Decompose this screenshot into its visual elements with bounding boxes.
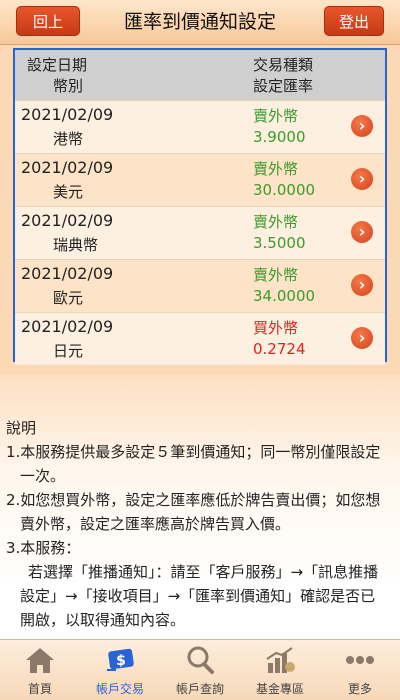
- row-trade-type: 賣外幣: [253, 107, 299, 125]
- table-row[interactable]: 2021/02/09 美元 賣外幣 30.0000 ›: [15, 153, 385, 206]
- row-trade-type: 賣外幣: [253, 160, 299, 178]
- col-header-currency: 幣別: [53, 77, 84, 95]
- note-item-3: 3.本服務：: [6, 539, 81, 557]
- row-currency: 歐元: [53, 289, 84, 307]
- notes-heading: 說明: [6, 419, 37, 437]
- col-header-trade-type: 交易種類: [253, 56, 314, 74]
- header-bar: 回上頁 匯率到價通知設定 登出: [0, 0, 400, 61]
- row-rate: 30.0000: [253, 181, 316, 199]
- table-row[interactable]: 2021/02/09 瑞典幣 賣外幣 3.5000 ›: [15, 206, 385, 259]
- tab-label: 帳戶查詢: [175, 682, 224, 696]
- chevron-right-icon[interactable]: ›: [351, 221, 373, 243]
- note-item-1-cont: 一次。: [20, 467, 66, 485]
- home-icon: [26, 648, 54, 673]
- tab-account-inquiry[interactable]: 帳戶查詢: [160, 640, 240, 700]
- alert-list-table: 設定日期 幣別 交易種類 設定匯率 2021/02/09 港幣 賣外幣 3.90…: [13, 48, 387, 365]
- row-trade-type: 買外幣: [253, 319, 299, 337]
- tab-more[interactable]: 更多: [320, 640, 400, 700]
- table-row[interactable]: 2021/02/09 日元 買外幣 0.2724 ›: [15, 312, 385, 365]
- back-button[interactable]: 回上頁: [16, 6, 80, 61]
- tab-fund-zone[interactable]: 基金專區: [240, 640, 320, 700]
- chevron-right-icon[interactable]: ›: [351, 168, 373, 190]
- table-row[interactable]: 2021/02/09 港幣 賣外幣 3.9000 ›: [15, 100, 385, 153]
- tab-label: 更多: [347, 682, 372, 696]
- table-row[interactable]: 2021/02/09 歐元 賣外幣 34.0000 ›: [15, 259, 385, 312]
- row-currency: 瑞典幣: [53, 236, 99, 254]
- note-item-1: 1.本服務提供最多設定５筆到價通知；同一幣別僅限設定: [6, 443, 381, 461]
- fund-chart-icon: [266, 647, 295, 673]
- note-item-3-line3: 開啟，以取得通知內容。: [20, 611, 186, 629]
- row-currency: 美元: [53, 183, 84, 201]
- money-transfer-icon: $: [107, 648, 134, 671]
- note-item-3-line1: 若選擇「推播通知」：請至「客戶服務」→「訊息推播: [28, 563, 379, 581]
- row-date: 2021/02/09: [21, 211, 114, 230]
- row-rate: 34.0000: [253, 287, 316, 305]
- row-rate: 0.2724: [253, 340, 306, 358]
- row-date: 2021/02/09: [21, 105, 114, 124]
- col-header-date: 設定日期: [27, 56, 88, 74]
- instructions-section: 說明 1.本服務提供最多設定５筆到價通知；同一幣別僅限設定 一次。 2.如您想買…: [6, 416, 394, 632]
- svg-text:$: $: [116, 653, 126, 669]
- tab-label: 帳戶交易: [95, 682, 144, 696]
- row-rate: 3.9000: [253, 128, 306, 146]
- chevron-right-icon[interactable]: ›: [351, 115, 373, 137]
- chevron-right-icon[interactable]: ›: [351, 327, 373, 349]
- logout-button[interactable]: 登出: [324, 6, 384, 36]
- more-icon: [346, 656, 374, 664]
- search-icon: [187, 646, 214, 674]
- row-rate: 3.5000: [253, 234, 306, 252]
- tab-label: 基金專區: [255, 682, 304, 696]
- note-item-3-line2: 設定」→「接收項目」→「匯率到價通知」確認是否已: [20, 587, 376, 605]
- row-trade-type: 賣外幣: [253, 213, 299, 231]
- row-trade-type: 賣外幣: [253, 266, 299, 284]
- chevron-right-icon[interactable]: ›: [351, 274, 373, 296]
- row-date: 2021/02/09: [21, 317, 114, 336]
- table-header: 設定日期 幣別 交易種類 設定匯率: [15, 50, 385, 100]
- row-date: 2021/02/09: [21, 158, 114, 177]
- note-item-2-cont: 賣外幣，設定之匯率應高於牌告買入價。: [20, 515, 291, 533]
- tab-label: 首頁: [27, 682, 52, 696]
- row-currency: 港幣: [53, 130, 84, 148]
- col-header-rate: 設定匯率: [253, 77, 314, 95]
- tab-account-transaction[interactable]: $ 帳戶交易: [80, 640, 160, 700]
- tab-home[interactable]: 首頁: [0, 640, 80, 700]
- bottom-tab-bar: 首頁 $ 帳戶交易 帳戶查詢 基金專區 更多: [0, 639, 400, 700]
- row-date: 2021/02/09: [21, 264, 114, 283]
- note-item-2: 2.如您想買外幣，設定之匯率應低於牌告賣出價；如您想: [6, 491, 381, 509]
- row-currency: 日元: [53, 342, 84, 360]
